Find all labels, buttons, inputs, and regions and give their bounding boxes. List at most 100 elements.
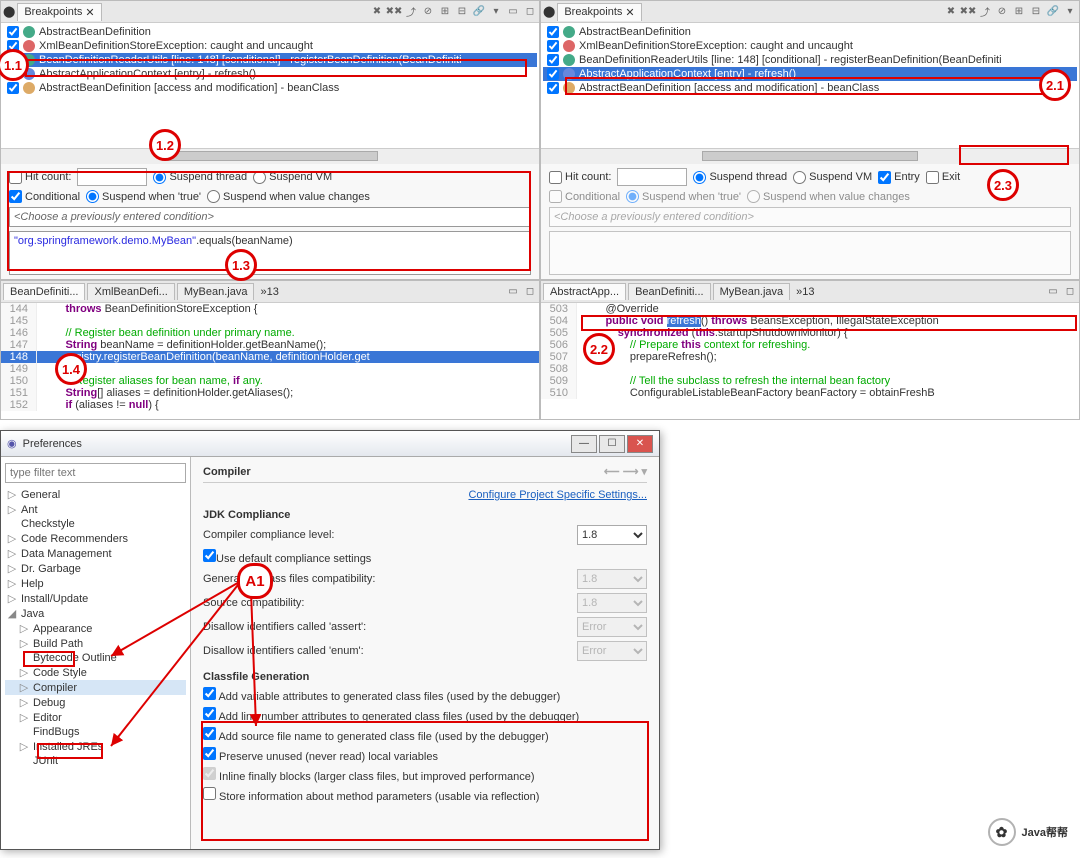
minimize-icon[interactable]: ▭ (1046, 285, 1060, 299)
collapse-icon[interactable]: ⊟ (455, 5, 469, 19)
tree-item[interactable]: ◢Java (5, 606, 186, 621)
editor-tab[interactable]: MyBean.java (177, 283, 255, 300)
bp-checkbox[interactable] (7, 26, 19, 38)
goto-icon[interactable]: ⤴ (978, 5, 992, 19)
suspend-thread-radio[interactable]: Suspend thread (693, 171, 787, 184)
skip-icon[interactable]: ⊘ (995, 5, 1009, 19)
tree-item[interactable]: ▷Install/Update (5, 591, 186, 606)
tree-item[interactable]: ▷Compiler (5, 680, 186, 695)
classfile-option[interactable]: Add line number attributes to generated … (203, 707, 579, 723)
bp-checkbox[interactable] (547, 82, 559, 94)
breakpoints-list[interactable]: AbstractBeanDefinition XmlBeanDefinition… (541, 23, 1079, 148)
hit-count-input[interactable] (77, 168, 147, 186)
tree-item[interactable]: ▷Help (5, 576, 186, 591)
bp-checkbox[interactable] (7, 82, 19, 94)
expand-icon[interactable]: ⊞ (1012, 5, 1026, 19)
bp-checkbox[interactable] (7, 40, 19, 52)
tree-item[interactable]: ▷Appearance (5, 621, 186, 636)
suspend-true-radio[interactable]: Suspend when 'true' (626, 190, 741, 203)
goto-icon[interactable]: ⤴ (404, 5, 418, 19)
bp-row-selected[interactable]: AbstractApplicationContext [entry] - ref… (543, 67, 1077, 81)
use-default-check[interactable]: Use default compliance settings (203, 549, 371, 565)
dialog-titlebar[interactable]: ◉ Preferences — ☐ ✕ (1, 431, 659, 457)
tree-item[interactable]: ▷Editor (5, 710, 186, 725)
bp-checkbox[interactable] (547, 54, 559, 66)
conditional-check[interactable]: Conditional (9, 190, 80, 203)
editor-tab[interactable]: MyBean.java (713, 283, 791, 300)
maximize-button[interactable]: ☐ (599, 435, 625, 453)
classfile-option[interactable]: Add source file name to generated class … (203, 727, 549, 743)
maximize-icon[interactable]: ◻ (1063, 285, 1077, 299)
suspend-vm-radio[interactable]: Suspend VM (793, 171, 872, 184)
classfile-option[interactable]: Store information about method parameter… (203, 787, 539, 803)
remove-icon[interactable]: ✖ (370, 5, 384, 19)
entry-check[interactable]: Entry (878, 171, 920, 184)
remove-icon[interactable]: ✖ (944, 5, 958, 19)
project-settings-link[interactable]: Configure Project Specific Settings... (203, 489, 647, 501)
suspend-thread-radio[interactable]: Suspend thread (153, 171, 247, 184)
bp-checkbox[interactable] (7, 68, 19, 80)
tree-item[interactable]: ▷Code Recommenders (5, 531, 186, 546)
editor-tab[interactable]: XmlBeanDefi... (87, 283, 174, 300)
remove-all-icon[interactable]: ✖✖ (961, 5, 975, 19)
menu-icon[interactable]: ▾ (1063, 5, 1077, 19)
editor-tab[interactable]: BeanDefiniti... (628, 283, 710, 300)
hit-count-input[interactable] (617, 168, 687, 186)
editor-tab[interactable]: AbstractApp... (543, 283, 626, 300)
tab-overflow[interactable]: »13 (792, 286, 818, 298)
h-scrollbar[interactable] (541, 148, 1079, 164)
suspend-change-radio[interactable]: Suspend when value changes (747, 190, 910, 203)
tree-item[interactable]: ▷Code Style (5, 665, 186, 680)
preferences-tree[interactable]: ▷General▷AntCheckstyle▷Code Recommenders… (1, 457, 191, 849)
hit-count-check[interactable]: Hit count: (549, 171, 611, 184)
tab-breakpoints[interactable]: Breakpoints ✕ (17, 3, 101, 21)
condition-history-dropdown[interactable]: <Choose a previously entered condition> (9, 207, 531, 227)
tree-item[interactable]: FindBugs (5, 725, 186, 739)
maximize-icon[interactable]: ◻ (523, 285, 537, 299)
bp-checkbox[interactable] (547, 26, 559, 38)
classfile-option[interactable]: Preserve unused (never read) local varia… (203, 747, 438, 763)
tab-overflow[interactable]: »13 (256, 286, 282, 298)
link-icon[interactable]: 🔗 (1046, 5, 1060, 19)
hit-count-check[interactable]: Hit count: (9, 171, 71, 184)
bp-row-selected[interactable]: BeanDefinitionReaderUtils [line: 148] [c… (3, 53, 537, 67)
remove-all-icon[interactable]: ✖✖ (387, 5, 401, 19)
editor-tab[interactable]: BeanDefiniti... (3, 283, 85, 300)
suspend-vm-radio[interactable]: Suspend VM (253, 171, 332, 184)
classfile-option[interactable]: Add variable attributes to generated cla… (203, 687, 560, 703)
back-icon[interactable]: ⟵ (604, 465, 620, 478)
bp-checkbox[interactable] (547, 40, 559, 52)
minimize-icon[interactable]: ▭ (506, 285, 520, 299)
menu-icon[interactable]: ▾ (489, 5, 503, 19)
tree-item[interactable]: ▷Installed JREs (5, 739, 186, 754)
minimize-icon[interactable]: ▭ (506, 5, 520, 19)
skip-icon[interactable]: ⊘ (421, 5, 435, 19)
filter-input[interactable] (5, 463, 186, 483)
tree-item[interactable]: ▷Debug (5, 695, 186, 710)
tree-item[interactable]: Checkstyle (5, 517, 186, 531)
fwd-icon[interactable]: ⟶ (623, 465, 639, 478)
suspend-true-radio[interactable]: Suspend when 'true' (86, 190, 201, 203)
compiler-level-select[interactable]: 1.8 (577, 525, 647, 545)
tree-item[interactable]: ▷Dr. Garbage (5, 561, 186, 576)
exit-check[interactable]: Exit (926, 171, 960, 184)
tab-breakpoints[interactable]: Breakpoints ✕ (557, 3, 641, 21)
h-scrollbar[interactable] (1, 148, 539, 164)
code-editor[interactable]: 144 throws BeanDefinitionStoreException … (1, 303, 539, 419)
maximize-icon[interactable]: ◻ (523, 5, 537, 19)
conditional-check[interactable]: Conditional (549, 190, 620, 203)
tree-item[interactable]: Bytecode Outline (5, 651, 186, 665)
tree-item[interactable]: ▷Ant (5, 502, 186, 517)
tree-item[interactable]: ▷General (5, 487, 186, 502)
bp-checkbox[interactable] (7, 54, 19, 66)
breakpoints-list[interactable]: AbstractBeanDefinition XmlBeanDefinition… (1, 23, 539, 148)
close-button[interactable]: ✕ (627, 435, 653, 453)
bp-checkbox[interactable] (547, 68, 559, 80)
code-editor[interactable]: 503 @Override504 public void refresh() t… (541, 303, 1079, 419)
tree-item[interactable]: ▷Build Path (5, 636, 186, 651)
minimize-button[interactable]: — (571, 435, 597, 453)
link-icon[interactable]: 🔗 (472, 5, 486, 19)
condition-textarea[interactable]: "org.springframework.demo.MyBean".equals… (9, 231, 531, 275)
collapse-icon[interactable]: ⊟ (1029, 5, 1043, 19)
suspend-change-radio[interactable]: Suspend when value changes (207, 190, 370, 203)
